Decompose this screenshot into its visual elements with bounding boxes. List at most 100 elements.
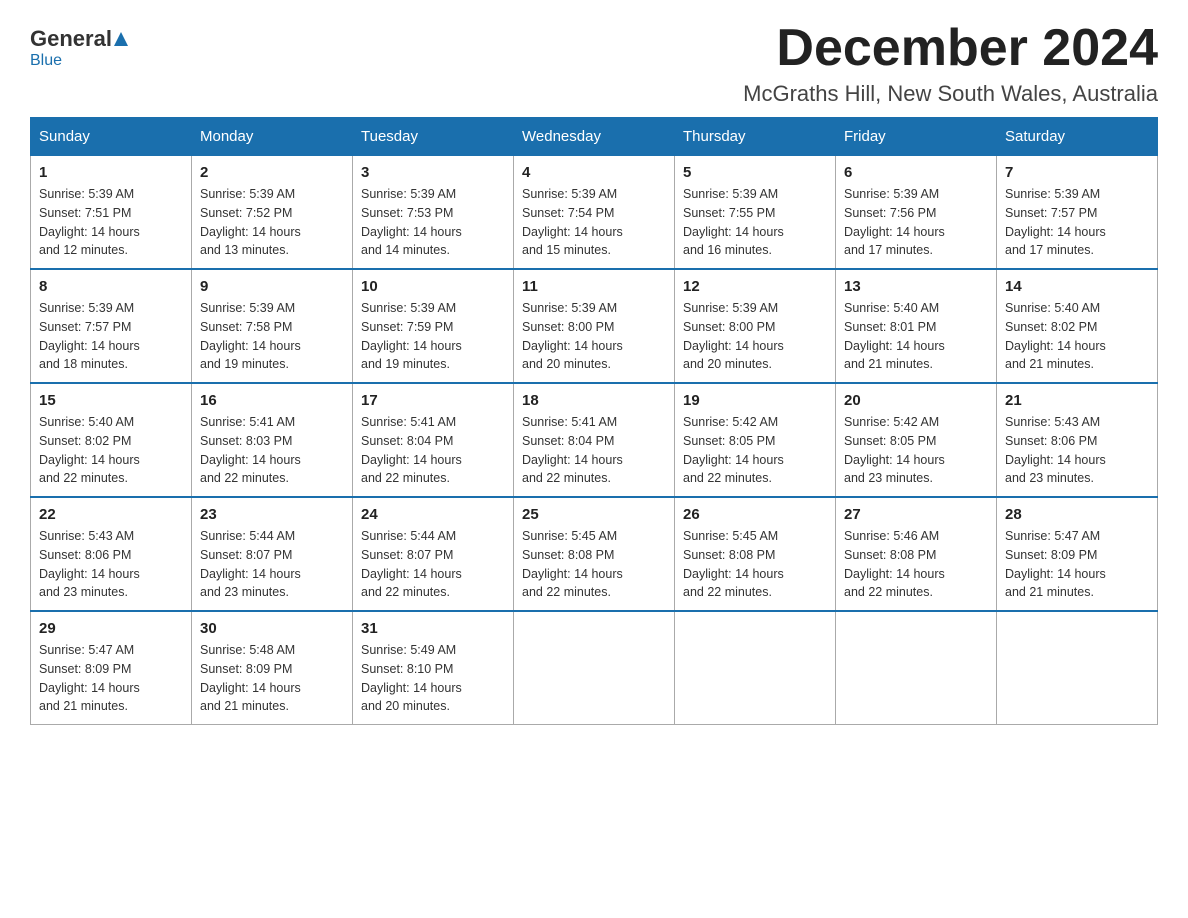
day-info: Sunrise: 5:44 AM Sunset: 8:07 PM Dayligh… [200,527,344,602]
day-info: Sunrise: 5:40 AM Sunset: 8:01 PM Dayligh… [844,299,988,374]
day-number: 23 [200,506,344,523]
day-number: 16 [200,392,344,409]
day-number: 25 [522,506,666,523]
day-number: 4 [522,164,666,181]
calendar-cell: 24 Sunrise: 5:44 AM Sunset: 8:07 PM Dayl… [353,497,514,611]
day-number: 8 [39,278,183,295]
calendar-week-row: 22 Sunrise: 5:43 AM Sunset: 8:06 PM Dayl… [31,497,1158,611]
day-info: Sunrise: 5:41 AM Sunset: 8:04 PM Dayligh… [522,413,666,488]
calendar-cell: 9 Sunrise: 5:39 AM Sunset: 7:58 PM Dayli… [192,269,353,383]
location-title: McGraths Hill, New South Wales, Australi… [743,81,1158,107]
day-number: 11 [522,278,666,295]
day-number: 21 [1005,392,1149,409]
day-number: 14 [1005,278,1149,295]
calendar-cell: 29 Sunrise: 5:47 AM Sunset: 8:09 PM Dayl… [31,611,192,725]
calendar-cell: 23 Sunrise: 5:44 AM Sunset: 8:07 PM Dayl… [192,497,353,611]
day-number: 7 [1005,164,1149,181]
calendar-cell: 19 Sunrise: 5:42 AM Sunset: 8:05 PM Dayl… [675,383,836,497]
day-info: Sunrise: 5:40 AM Sunset: 8:02 PM Dayligh… [1005,299,1149,374]
calendar-cell: 28 Sunrise: 5:47 AM Sunset: 8:09 PM Dayl… [997,497,1158,611]
calendar-cell: 21 Sunrise: 5:43 AM Sunset: 8:06 PM Dayl… [997,383,1158,497]
calendar-cell: 5 Sunrise: 5:39 AM Sunset: 7:55 PM Dayli… [675,156,836,270]
day-info: Sunrise: 5:44 AM Sunset: 8:07 PM Dayligh… [361,527,505,602]
weekday-header-thursday: Thursday [675,118,836,156]
day-number: 30 [200,620,344,637]
day-number: 26 [683,506,827,523]
day-info: Sunrise: 5:42 AM Sunset: 8:05 PM Dayligh… [844,413,988,488]
day-number: 2 [200,164,344,181]
day-number: 31 [361,620,505,637]
title-area: December 2024 McGraths Hill, New South W… [743,20,1158,107]
day-info: Sunrise: 5:48 AM Sunset: 8:09 PM Dayligh… [200,641,344,716]
day-info: Sunrise: 5:39 AM Sunset: 7:51 PM Dayligh… [39,185,183,260]
day-info: Sunrise: 5:47 AM Sunset: 8:09 PM Dayligh… [39,641,183,716]
day-info: Sunrise: 5:39 AM Sunset: 7:58 PM Dayligh… [200,299,344,374]
day-info: Sunrise: 5:45 AM Sunset: 8:08 PM Dayligh… [683,527,827,602]
calendar-week-row: 1 Sunrise: 5:39 AM Sunset: 7:51 PM Dayli… [31,156,1158,270]
calendar-cell: 20 Sunrise: 5:42 AM Sunset: 8:05 PM Dayl… [836,383,997,497]
day-number: 18 [522,392,666,409]
day-number: 17 [361,392,505,409]
calendar-cell: 6 Sunrise: 5:39 AM Sunset: 7:56 PM Dayli… [836,156,997,270]
weekday-header-friday: Friday [836,118,997,156]
day-info: Sunrise: 5:39 AM Sunset: 7:56 PM Dayligh… [844,185,988,260]
weekday-header-sunday: Sunday [31,118,192,156]
weekday-header-monday: Monday [192,118,353,156]
calendar-cell: 25 Sunrise: 5:45 AM Sunset: 8:08 PM Dayl… [514,497,675,611]
day-info: Sunrise: 5:39 AM Sunset: 8:00 PM Dayligh… [522,299,666,374]
calendar-cell: 17 Sunrise: 5:41 AM Sunset: 8:04 PM Dayl… [353,383,514,497]
day-info: Sunrise: 5:39 AM Sunset: 7:52 PM Dayligh… [200,185,344,260]
calendar-cell: 4 Sunrise: 5:39 AM Sunset: 7:54 PM Dayli… [514,156,675,270]
calendar-cell: 14 Sunrise: 5:40 AM Sunset: 8:02 PM Dayl… [997,269,1158,383]
day-number: 19 [683,392,827,409]
day-info: Sunrise: 5:39 AM Sunset: 8:00 PM Dayligh… [683,299,827,374]
logo-triangle-icon [112,30,130,48]
calendar-cell: 27 Sunrise: 5:46 AM Sunset: 8:08 PM Dayl… [836,497,997,611]
calendar-cell: 22 Sunrise: 5:43 AM Sunset: 8:06 PM Dayl… [31,497,192,611]
day-number: 24 [361,506,505,523]
day-number: 28 [1005,506,1149,523]
calendar-cell: 11 Sunrise: 5:39 AM Sunset: 8:00 PM Dayl… [514,269,675,383]
calendar-cell: 3 Sunrise: 5:39 AM Sunset: 7:53 PM Dayli… [353,156,514,270]
day-number: 22 [39,506,183,523]
calendar-cell: 15 Sunrise: 5:40 AM Sunset: 8:02 PM Dayl… [31,383,192,497]
weekday-header-tuesday: Tuesday [353,118,514,156]
day-number: 9 [200,278,344,295]
day-info: Sunrise: 5:40 AM Sunset: 8:02 PM Dayligh… [39,413,183,488]
calendar-cell: 10 Sunrise: 5:39 AM Sunset: 7:59 PM Dayl… [353,269,514,383]
day-number: 3 [361,164,505,181]
calendar-week-row: 29 Sunrise: 5:47 AM Sunset: 8:09 PM Dayl… [31,611,1158,725]
day-number: 20 [844,392,988,409]
day-info: Sunrise: 5:39 AM Sunset: 7:59 PM Dayligh… [361,299,505,374]
day-info: Sunrise: 5:42 AM Sunset: 8:05 PM Dayligh… [683,413,827,488]
logo: General Blue [30,20,130,70]
calendar-cell [997,611,1158,725]
page-header: General Blue December 2024 McGraths Hill… [30,20,1158,107]
day-number: 12 [683,278,827,295]
day-number: 6 [844,164,988,181]
calendar-cell: 12 Sunrise: 5:39 AM Sunset: 8:00 PM Dayl… [675,269,836,383]
day-info: Sunrise: 5:43 AM Sunset: 8:06 PM Dayligh… [1005,413,1149,488]
day-info: Sunrise: 5:39 AM Sunset: 7:55 PM Dayligh… [683,185,827,260]
day-info: Sunrise: 5:41 AM Sunset: 8:03 PM Dayligh… [200,413,344,488]
day-number: 1 [39,164,183,181]
day-info: Sunrise: 5:45 AM Sunset: 8:08 PM Dayligh… [522,527,666,602]
calendar-cell: 30 Sunrise: 5:48 AM Sunset: 8:09 PM Dayl… [192,611,353,725]
day-number: 10 [361,278,505,295]
calendar-cell [514,611,675,725]
day-info: Sunrise: 5:47 AM Sunset: 8:09 PM Dayligh… [1005,527,1149,602]
day-number: 29 [39,620,183,637]
day-info: Sunrise: 5:41 AM Sunset: 8:04 PM Dayligh… [361,413,505,488]
day-info: Sunrise: 5:39 AM Sunset: 7:57 PM Dayligh… [39,299,183,374]
logo-general-text: General [30,26,112,52]
calendar-cell: 26 Sunrise: 5:45 AM Sunset: 8:08 PM Dayl… [675,497,836,611]
day-number: 5 [683,164,827,181]
day-info: Sunrise: 5:49 AM Sunset: 8:10 PM Dayligh… [361,641,505,716]
day-number: 27 [844,506,988,523]
weekday-header-row: SundayMondayTuesdayWednesdayThursdayFrid… [31,118,1158,156]
day-number: 15 [39,392,183,409]
calendar-cell: 31 Sunrise: 5:49 AM Sunset: 8:10 PM Dayl… [353,611,514,725]
logo-text: General [30,26,130,52]
day-info: Sunrise: 5:43 AM Sunset: 8:06 PM Dayligh… [39,527,183,602]
month-title: December 2024 [743,20,1158,77]
